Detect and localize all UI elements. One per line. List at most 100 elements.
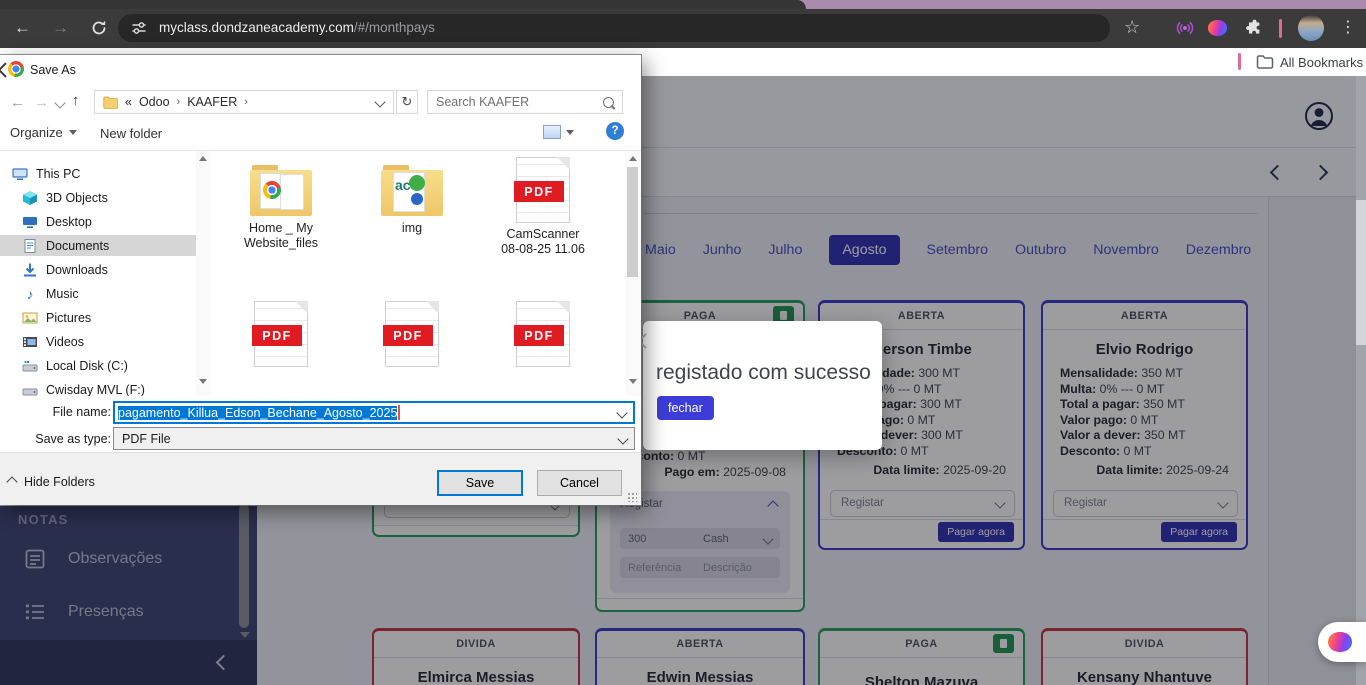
files-scrollbar[interactable]: [625, 151, 641, 396]
chevron-down-icon[interactable]: [616, 407, 627, 418]
resize-grip[interactable]: [627, 492, 637, 502]
url-text: myclass.dondzaneacademy.com/#/monthpays: [159, 19, 435, 37]
nav-forward-icon[interactable]: →: [34, 95, 49, 110]
save-as-dialog: Save As ← → ↑ « Odoo › KAAFER › ↻ Search…: [0, 55, 641, 505]
tune-icon[interactable]: [131, 20, 147, 36]
success-modal: registado com sucesso fechar: [643, 321, 882, 450]
browser-profile-avatar[interactable]: [1298, 15, 1324, 41]
pdf-file-icon: PDF: [516, 157, 570, 223]
refresh-folder-icon[interactable]: ↻: [396, 90, 418, 114]
bookmarks-folder-icon[interactable]: [1256, 54, 1274, 75]
cube-icon: [22, 190, 38, 206]
help-button[interactable]: ?: [606, 122, 624, 140]
cancel-button[interactable]: Cancel: [537, 470, 622, 496]
breadcrumb[interactable]: « Odoo › KAAFER ›: [94, 90, 394, 114]
organize-button[interactable]: Organize: [10, 125, 77, 140]
file-list: Home _ MyWebsite_files ac img PDF CamSca…: [212, 151, 624, 396]
disk-drive-icon: [22, 358, 38, 374]
file-item-pdf[interactable]: PDF: [216, 301, 346, 367]
broadcast-extension-icon[interactable]: [1176, 19, 1194, 42]
thumbnails-view-icon: [543, 125, 561, 139]
screen: Maio Junho Julho Agosto Setembro Outubro…: [0, 0, 1366, 685]
breadcrumb-dropdown-icon[interactable]: [374, 96, 385, 107]
folder-icon: [250, 165, 312, 217]
folder-icon: [103, 96, 118, 109]
chevron-up-icon: [6, 476, 17, 487]
browser-tab-strip: [0, 0, 806, 9]
toolbar-separator: [1279, 19, 1282, 38]
picture-icon: [22, 310, 38, 326]
file-name-input[interactable]: pagamento_Killua_Edson_Bechane_Agosto_20…: [113, 401, 635, 424]
music-icon: ♪: [22, 286, 38, 302]
file-item-img[interactable]: ac img: [347, 165, 477, 236]
file-item-pdf[interactable]: PDF: [478, 301, 608, 367]
tree-item-pictures[interactable]: Pictures: [0, 307, 196, 328]
disk-drive-icon: [22, 382, 38, 397]
breadcrumb-odoo[interactable]: Odoo: [139, 95, 170, 109]
pdf-file-icon: PDF: [385, 301, 439, 367]
save-as-type-label: Save as type:: [8, 432, 111, 446]
save-button[interactable]: Save: [437, 470, 523, 496]
nav-back-icon[interactable]: ←: [10, 95, 25, 110]
tree-item-desktop[interactable]: Desktop: [0, 211, 196, 232]
window-frame: [0, 0, 1366, 9]
breadcrumb-kaafer[interactable]: KAAFER: [187, 95, 237, 109]
nav-history-chevron-icon[interactable]: [54, 97, 65, 108]
file-item-pdf[interactable]: PDF: [347, 301, 477, 367]
tree-item-music[interactable]: ♪ Music: [0, 283, 196, 304]
all-bookmarks-label[interactable]: All Bookmarks: [1280, 55, 1363, 70]
refresh-icon[interactable]: [90, 19, 108, 42]
fechar-button[interactable]: fechar: [657, 396, 714, 420]
folder-tree: This PC 3D Objects Desktop Documents Dow…: [0, 151, 196, 396]
scrollbar-thumb[interactable]: [627, 167, 638, 277]
dialog-title: Save As: [30, 63, 76, 77]
desktop-icon: [22, 214, 38, 230]
document-icon: [22, 238, 38, 254]
tree-item-local-disk-c[interactable]: Local Disk (C:): [0, 355, 196, 376]
tree-item-documents[interactable]: Documents: [0, 235, 196, 256]
pdf-file-icon: PDF: [516, 301, 570, 367]
browser-scrollbar[interactable]: [1356, 76, 1366, 685]
chrome-logo-icon: [8, 61, 24, 77]
back-icon[interactable]: ←: [14, 19, 31, 36]
computer-icon: [12, 166, 28, 182]
brain-extension-icon[interactable]: [1208, 20, 1227, 36]
chevron-down-icon: [617, 433, 628, 444]
pdf-file-icon: PDF: [254, 301, 308, 367]
menu-kebab-icon[interactable]: ⋮: [1340, 17, 1356, 37]
tree-item-videos[interactable]: Videos: [0, 331, 196, 352]
tree-item-3d-objects[interactable]: 3D Objects: [0, 187, 196, 208]
download-icon: [22, 262, 38, 278]
tree-item-downloads[interactable]: Downloads: [0, 259, 196, 280]
browser-toolbar: ← → myclass.dondzaneacademy.com/#/monthp…: [0, 9, 1366, 48]
file-name-label: File name:: [8, 405, 111, 419]
dialog-footer: Hide Folders Save Cancel: [0, 452, 641, 505]
extensions-puzzle-icon[interactable]: [1244, 19, 1263, 43]
view-mode-button[interactable]: [543, 125, 574, 139]
bookmarks-separator: [1238, 53, 1241, 70]
tree-scrollbar[interactable]: [196, 151, 211, 396]
scroll-down-icon[interactable]: [199, 379, 207, 384]
new-folder-button[interactable]: New folder: [100, 126, 162, 141]
save-as-type-select[interactable]: PDF File: [113, 427, 635, 450]
bookmark-star-icon[interactable]: ☆: [1124, 17, 1140, 38]
scroll-up-icon[interactable]: [629, 156, 637, 161]
tree-item-cwisday-mvl-f[interactable]: Cwisday MVL (F:): [0, 379, 196, 396]
address-bar[interactable]: myclass.dondzaneacademy.com/#/monthpays: [118, 14, 1110, 42]
scroll-up-icon[interactable]: [199, 156, 207, 161]
search-placeholder: Search KAAFER: [436, 95, 529, 109]
dialog-close-icon[interactable]: [0, 61, 8, 79]
modal-message: registado com sucesso: [656, 361, 871, 385]
nav-up-icon[interactable]: ↑: [72, 93, 80, 108]
file-item-camscanner[interactable]: PDF CamScanner08-08-25 11.06: [478, 157, 608, 257]
search-box[interactable]: Search KAAFER: [427, 90, 623, 114]
brain-extension-icon: [1328, 632, 1352, 652]
tree-item-this-pc[interactable]: This PC: [0, 163, 196, 184]
file-item-home-website[interactable]: Home _ MyWebsite_files: [216, 165, 346, 251]
forward-icon[interactable]: →: [52, 19, 69, 36]
hide-folders-button[interactable]: Hide Folders: [8, 475, 95, 489]
folder-icon: ac: [381, 165, 443, 217]
extension-floating-button[interactable]: [1318, 622, 1366, 662]
scroll-down-icon[interactable]: [629, 379, 637, 384]
film-icon: [22, 334, 38, 350]
